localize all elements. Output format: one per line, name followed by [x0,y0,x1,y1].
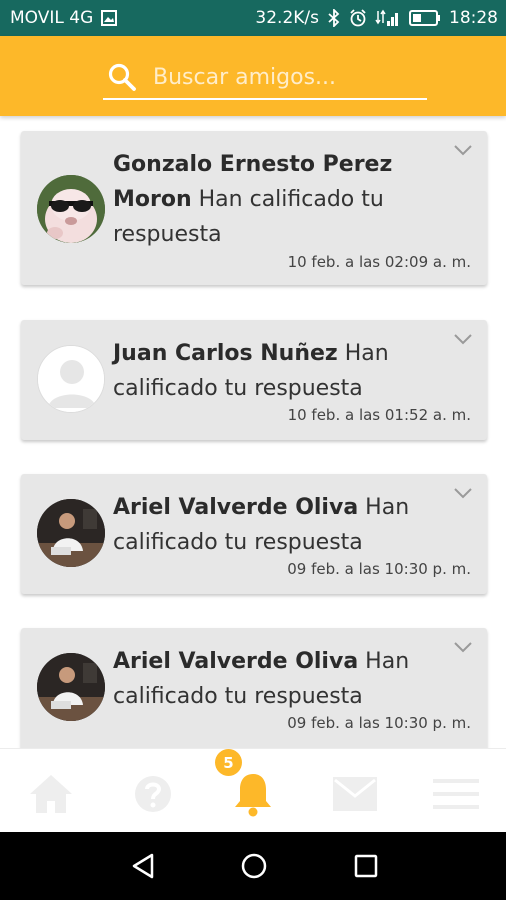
menu-icon [433,779,479,809]
notification-text: Juan Carlos Nuñez Han calificado tu resp… [113,336,475,406]
status-left: MOVIL 4G [10,8,118,28]
notification-name: Ariel Valverde Oliva [113,495,359,520]
search-header [0,36,506,116]
nav-messages[interactable] [330,769,380,819]
gallery-notification-icon [101,10,118,26]
notification-text: Ariel Valverde Oliva Han calificado tu r… [113,490,475,560]
search-bar[interactable] [103,56,427,100]
avatar[interactable] [37,653,105,721]
notification-text: Gonzalo Ernesto Perez Moron Han califica… [113,147,475,252]
signal-icon [375,9,401,27]
chevron-down-icon[interactable] [453,486,473,500]
notification-time: 10 feb. a las 01:52 a. m. [287,406,471,424]
recents-square-icon [354,854,378,878]
home-button[interactable] [238,850,270,882]
chevron-down-icon[interactable] [453,143,473,157]
help-icon [135,776,171,812]
notification-card[interactable]: Juan Carlos Nuñez Han calificado tu resp… [21,320,487,440]
notification-card[interactable]: Ariel Valverde Oliva Han calificado tu r… [21,628,487,748]
person-avatar-image [37,499,105,567]
notification-card[interactable]: Gonzalo Ernesto Perez Moron Han califica… [21,131,487,285]
status-right: 32.2K/s 18:28 [255,8,498,28]
bell-icon [235,774,271,817]
status-bar: MOVIL 4G 32.2K/s 18:28 [0,0,506,36]
notification-name: Juan Carlos Nuñez [113,341,338,366]
back-button[interactable] [127,850,159,882]
avatar[interactable] [37,345,105,413]
notification-time: 09 feb. a las 10:30 p. m. [287,560,471,578]
home-icon [30,775,72,813]
person-avatar-image [37,653,105,721]
notification-name: Ariel Valverde Oliva [113,649,359,674]
nav-help[interactable] [128,769,178,819]
default-user-icon [38,346,104,412]
recents-button[interactable] [350,850,382,882]
notification-time: 10 feb. a las 02:09 a. m. [287,253,471,271]
mail-icon [333,777,377,811]
alarm-icon [349,9,367,27]
notification-text: Ariel Valverde Oliva Han calificado tu r… [113,644,475,714]
nav-notifications[interactable] [228,769,278,819]
system-navigation-bar [0,832,506,900]
search-input[interactable] [153,64,413,90]
chevron-down-icon[interactable] [453,640,473,654]
back-triangle-icon [132,853,154,879]
carrier-label: MOVIL 4G [10,8,94,28]
bluetooth-icon [327,9,341,27]
clock: 18:28 [449,8,498,28]
nav-menu[interactable] [431,769,481,819]
notification-list[interactable]: Gonzalo Ernesto Perez Moron Han califica… [0,116,506,748]
notification-time: 09 feb. a las 10:30 p. m. [287,714,471,732]
nav-home[interactable] [26,769,76,819]
chevron-down-icon[interactable] [453,332,473,346]
network-speed: 32.2K/s [255,8,319,28]
avatar[interactable] [37,499,105,567]
notification-badge: 5 [215,749,242,776]
battery-icon [409,10,441,26]
search-icon [107,62,137,92]
home-circle-icon [241,853,267,879]
dog-avatar-image [37,175,105,243]
notification-card[interactable]: Ariel Valverde Oliva Han calificado tu r… [21,474,487,594]
bottom-navigation: 5 [0,748,506,832]
avatar[interactable] [37,175,105,243]
